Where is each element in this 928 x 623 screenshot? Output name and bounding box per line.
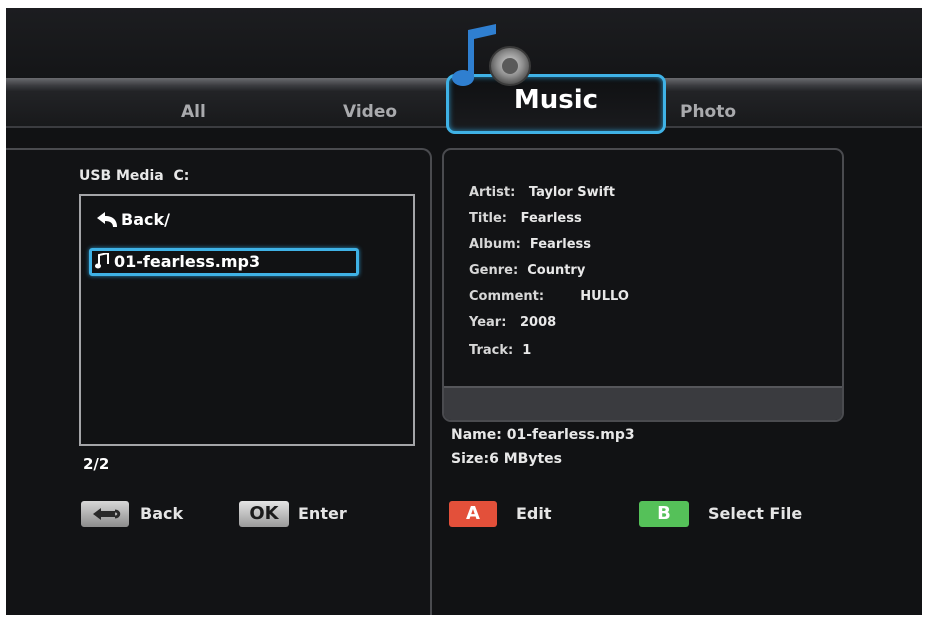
- file-list: Back/ 01-fearless.mp3: [79, 194, 415, 446]
- info-panel-footer: [444, 386, 842, 420]
- back-folder-entry[interactable]: Back/: [95, 210, 170, 229]
- file-size-line: Size:6 MBytes: [451, 451, 562, 467]
- meta-comment: Comment: HULLO: [469, 289, 629, 304]
- back-hint: Back: [140, 504, 184, 523]
- meta-track: Track: 1: [469, 343, 532, 358]
- select-file-hint: Select File: [708, 504, 803, 523]
- file-name-value: 01-fearless.mp3: [506, 427, 635, 443]
- audio-file-icon: [95, 253, 109, 269]
- page-indicator: 2/2: [83, 455, 110, 473]
- enter-hint: Enter: [298, 504, 347, 523]
- media-player-screen: All Video Photo Music USB Media C: Back/: [6, 8, 922, 615]
- file-item-selected[interactable]: 01-fearless.mp3: [89, 248, 359, 276]
- tab-photo[interactable]: Photo: [680, 102, 736, 122]
- back-entry-label: Back/: [121, 210, 170, 229]
- meta-album: Album: Fearless: [469, 237, 591, 252]
- device-name: USB Media: [79, 168, 164, 184]
- back-arrow-icon: [93, 508, 121, 520]
- back-remote-icon: [81, 501, 129, 527]
- tab-all[interactable]: All: [181, 102, 206, 122]
- edit-hint: Edit: [516, 504, 552, 523]
- meta-title: Title: Fearless: [469, 211, 582, 226]
- file-size-value: 6 MBytes: [489, 451, 562, 467]
- file-item-label: 01-fearless.mp3: [114, 252, 261, 271]
- music-note-icon: [452, 24, 531, 86]
- meta-year: Year: 2008: [469, 315, 557, 330]
- a-remote-icon: A: [449, 501, 497, 527]
- drive-letter: C:: [173, 168, 190, 184]
- tab-video[interactable]: Video: [343, 102, 397, 122]
- return-arrow-icon: [97, 212, 117, 227]
- meta-artist: Artist: Taylor Swift: [469, 185, 615, 200]
- ok-remote-icon: OK: [239, 501, 289, 527]
- meta-genre: Genre: Country: [469, 263, 586, 278]
- file-name-line: Name: 01-fearless.mp3: [451, 427, 635, 443]
- source-label: USB Media C:: [79, 168, 189, 184]
- b-remote-icon: B: [639, 501, 689, 527]
